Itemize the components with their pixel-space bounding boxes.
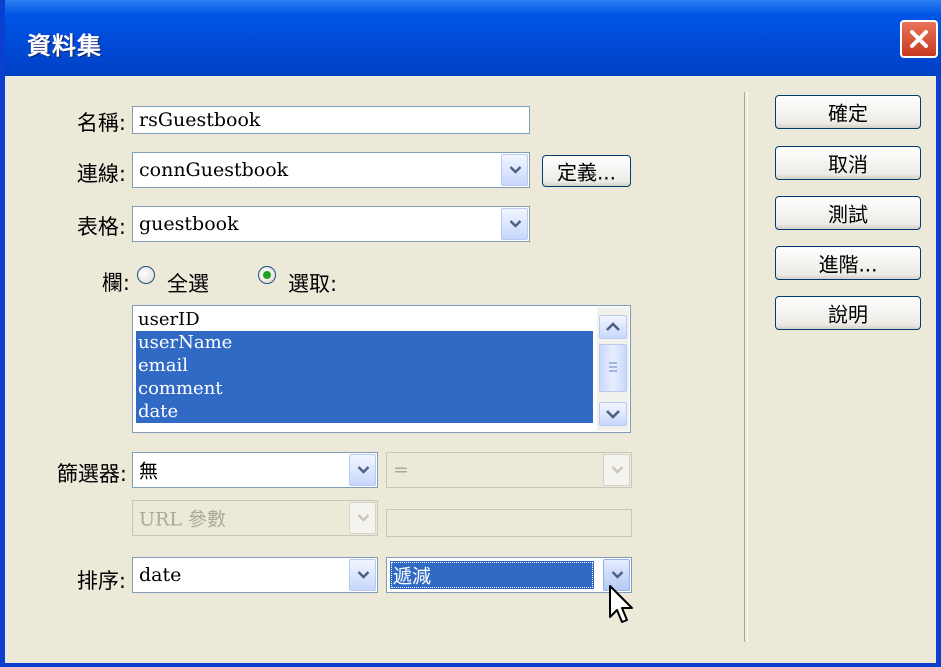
columns-label: 欄: xyxy=(101,271,130,295)
sort-label: 排序: xyxy=(76,569,126,593)
title-bar: 資料集 xyxy=(5,0,941,76)
list-item[interactable]: comment xyxy=(136,377,593,400)
chevron-down-icon xyxy=(606,410,620,419)
radio-selected-dot xyxy=(263,271,271,279)
chevron-down-icon[interactable] xyxy=(501,154,528,186)
filter-operator-value: = xyxy=(393,459,409,481)
sort-direction-value: 遞減 xyxy=(393,565,432,588)
connection-select[interactable]: connGuestbook xyxy=(132,152,530,188)
filter-column-select[interactable]: 無 xyxy=(132,452,378,488)
filter-param-input[interactable] xyxy=(386,509,632,537)
chevron-up-icon xyxy=(606,322,620,331)
columns-list[interactable]: userID userName email comment date xyxy=(132,305,631,433)
vertical-separator xyxy=(744,92,748,642)
radio-select-all[interactable] xyxy=(137,266,155,284)
chevron-down-icon[interactable] xyxy=(501,208,528,240)
scroll-up-button[interactable] xyxy=(599,315,627,339)
scroll-down-button[interactable] xyxy=(599,402,627,426)
window-title: 資料集 xyxy=(27,32,102,60)
connection-label: 連線: xyxy=(76,162,126,186)
connection-value: connGuestbook xyxy=(139,159,289,181)
chevron-down-icon[interactable] xyxy=(349,454,376,486)
radio-selected[interactable] xyxy=(258,266,276,284)
close-icon xyxy=(910,30,928,48)
sort-direction-select[interactable]: 遞減 xyxy=(386,557,632,593)
ok-button[interactable]: 確定 xyxy=(775,95,921,129)
list-item[interactable]: email xyxy=(136,354,593,377)
dataset-dialog: 資料集 名稱: rsGuestbook 連線: connGuestbook 定義… xyxy=(0,0,941,667)
chevron-down-icon[interactable] xyxy=(349,502,376,534)
select-all-label: 全選 xyxy=(167,272,209,296)
mouse-cursor-icon xyxy=(609,585,633,623)
list-item[interactable]: userID xyxy=(136,308,593,331)
filter-label: 篩選器: xyxy=(56,462,127,486)
help-button[interactable]: 說明 xyxy=(775,296,921,330)
chevron-down-icon[interactable] xyxy=(603,454,630,486)
close-button[interactable] xyxy=(900,20,938,58)
sort-column-value: date xyxy=(139,564,182,586)
name-label: 名稱: xyxy=(76,111,126,135)
selected-label: 選取: xyxy=(288,272,338,296)
list-item[interactable]: userName xyxy=(136,331,593,354)
table-label: 表格: xyxy=(76,215,126,239)
list-item[interactable]: date xyxy=(136,400,593,423)
filter-source-value: URL 參數 xyxy=(139,508,226,531)
grip-icon xyxy=(609,362,617,372)
filter-operator-select[interactable]: = xyxy=(386,452,632,488)
define-button[interactable]: 定義... xyxy=(542,155,631,187)
scroll-thumb[interactable] xyxy=(599,344,627,392)
filter-source-select[interactable]: URL 參數 xyxy=(132,500,378,536)
table-select[interactable]: guestbook xyxy=(132,206,530,242)
name-value: rsGuestbook xyxy=(139,109,261,131)
filter-column-value: 無 xyxy=(139,460,159,483)
table-value: guestbook xyxy=(139,213,239,235)
sort-column-select[interactable]: date xyxy=(132,557,378,593)
chevron-down-icon[interactable] xyxy=(349,559,376,591)
list-scrollbar[interactable] xyxy=(597,307,629,431)
cancel-button[interactable]: 取消 xyxy=(775,146,921,180)
test-button[interactable]: 測試 xyxy=(775,196,921,230)
name-input[interactable]: rsGuestbook xyxy=(132,106,530,134)
advanced-button[interactable]: 進階... xyxy=(775,246,921,280)
